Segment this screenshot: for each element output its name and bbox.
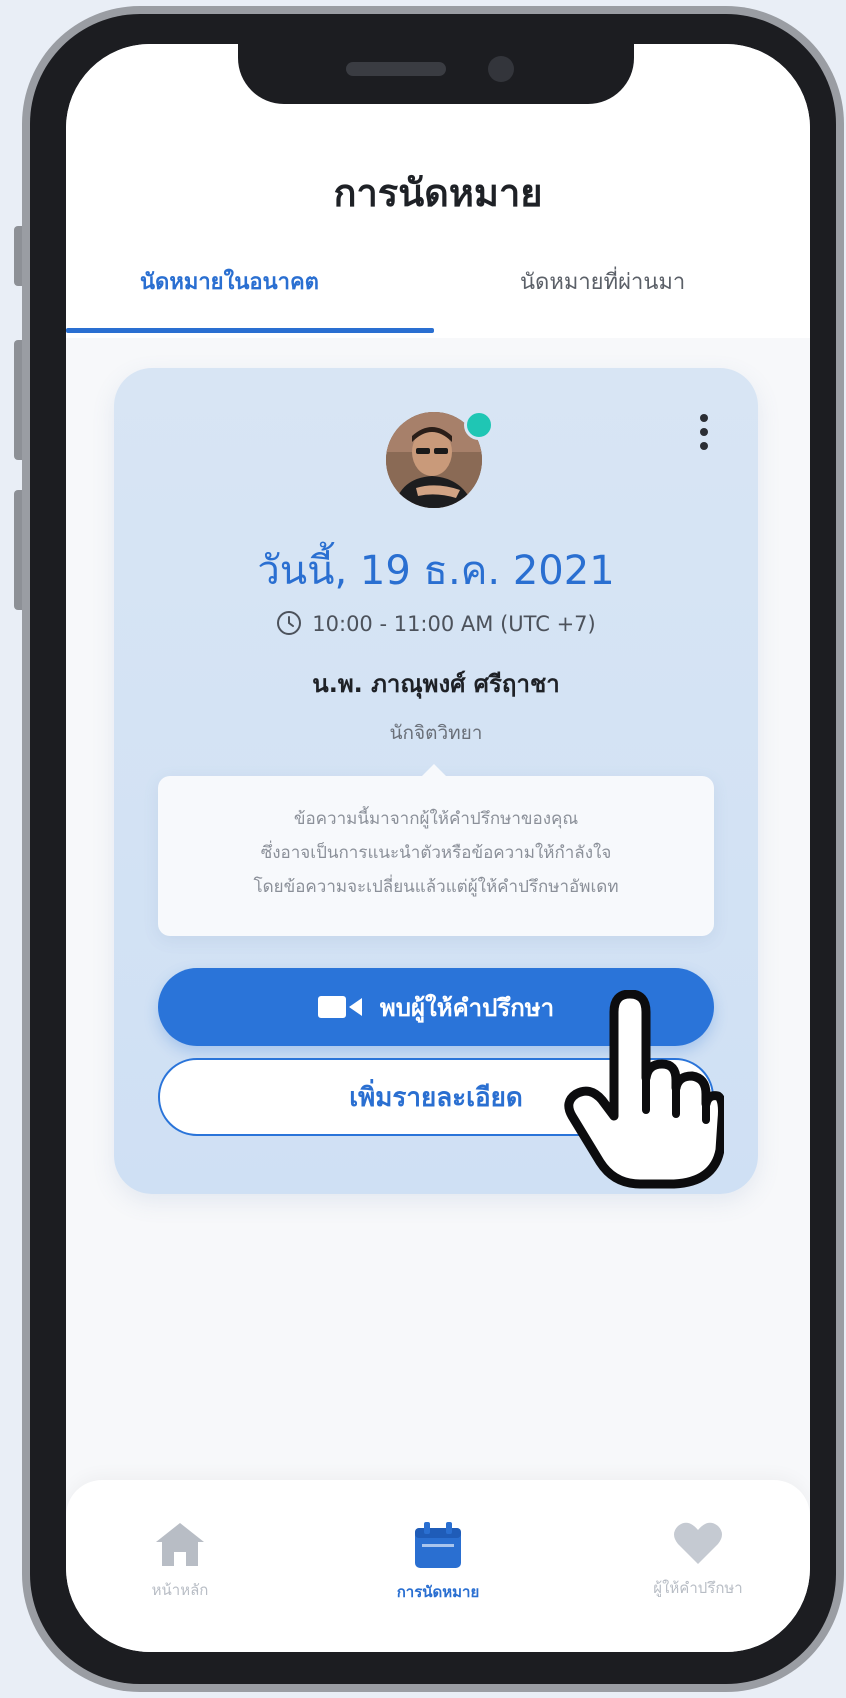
appointment-time-row: 10:00 - 11:00 AM (UTC +7) [114, 610, 758, 636]
app-screen: การนัดหมาย นัดหมายในอนาคต นัดหมายที่ผ่าน… [66, 44, 810, 1652]
message-pointer [420, 764, 448, 778]
message-line: โดยข้อความจะเปลี่ยนแล้วแต่ผู้ให้คำปรึกษา… [253, 877, 619, 897]
active-tab-indicator [66, 328, 434, 333]
nav-item-home[interactable]: หน้าหลัก [80, 1520, 280, 1602]
appointment-date: วันนี้, 19 ธ.ค. 2021 [257, 548, 615, 594]
online-status-indicator [464, 410, 494, 440]
home-icon [156, 1523, 204, 1566]
message-line: ข้อความนี้มาจากผู้ให้คำปรึกษาของคุณ [293, 809, 579, 829]
nav-item-advisors[interactable]: ผู้ให้คำปรึกษา [598, 1520, 798, 1600]
nav-label-advisors: ผู้ให้คำปรึกษา [653, 1579, 743, 1597]
clock-icon [277, 611, 302, 635]
doctor-message: ข้อความนี้มาจากผู้ให้คำปรึกษาของคุณ ซึ่ง… [178, 802, 694, 904]
doctor-role: นักจิตวิทยา [389, 722, 483, 744]
nav-label-home: หน้าหลัก [151, 1581, 209, 1599]
speaker-grille [346, 62, 446, 76]
heart-icon [674, 1522, 722, 1564]
message-line: ซึ่งอาจเป็นการแนะนำตัวหรือข้อความให้กำลั… [260, 843, 612, 863]
phone-notch [238, 44, 634, 104]
front-camera [488, 56, 514, 82]
meet-advisor-label: พบผู้ให้คำปรึกษา [379, 993, 555, 1022]
bottom-navigation: หน้าหลัก การนัดหมาย ผู้ให้คำปรึกษา [66, 1480, 810, 1652]
doctor-message-box: ข้อความนี้มาจากผู้ให้คำปรึกษาของคุณ ซึ่ง… [158, 764, 714, 936]
video-camera-icon [317, 996, 362, 1018]
calendar-icon [415, 1522, 461, 1568]
doctor-name: น.พ. ภาณุพงศ์ ศรีฤาชา [312, 670, 560, 698]
nav-label-appointments: การนัดหมาย [396, 1583, 480, 1601]
tab-upcoming[interactable]: นัดหมายในอนาคต [140, 264, 319, 299]
nav-item-appointments[interactable]: การนัดหมาย [338, 1520, 538, 1604]
tap-hand-icon [564, 989, 727, 1194]
appointment-time: 10:00 - 11:00 AM (UTC +7) [312, 612, 596, 636]
more-options-icon[interactable] [700, 414, 710, 456]
page-title: การนัดหมาย [333, 171, 543, 215]
add-details-label: เพิ่มรายละเอียด [349, 1082, 523, 1113]
tab-past[interactable]: นัดหมายที่ผ่านมา [520, 264, 685, 299]
